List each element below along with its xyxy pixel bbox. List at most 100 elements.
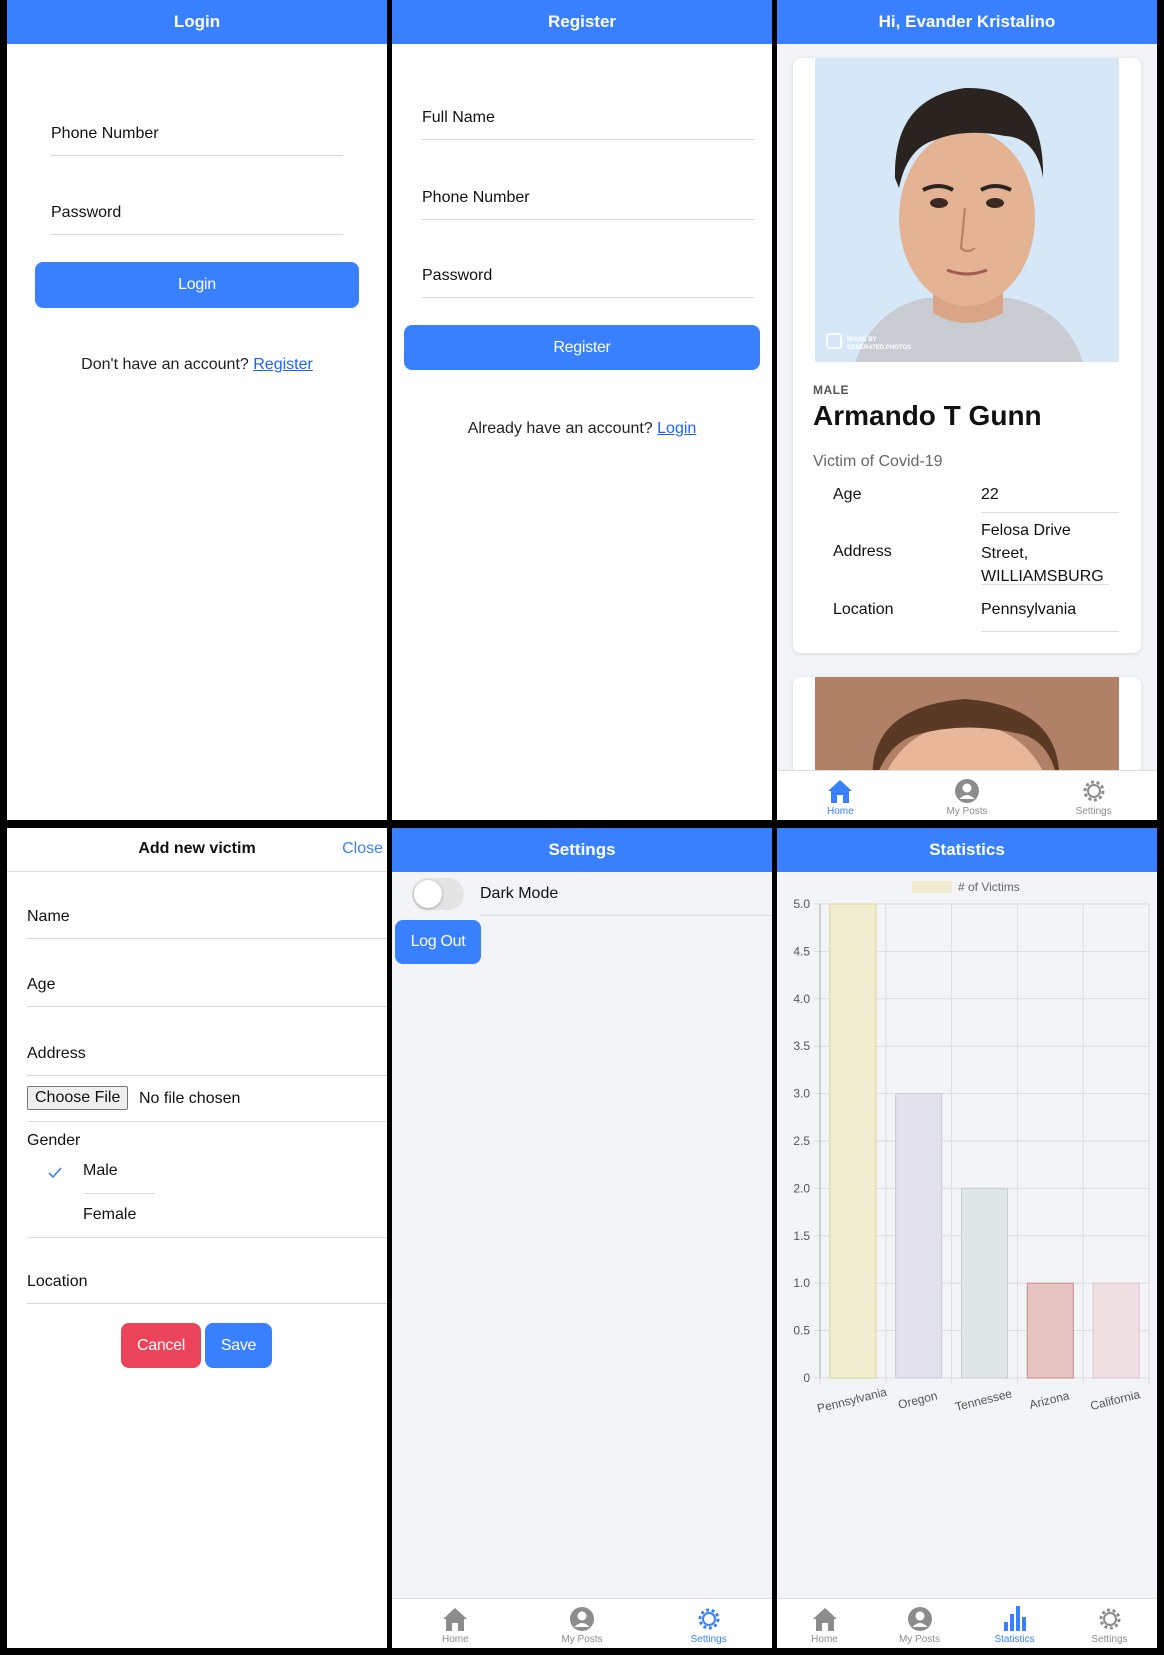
- cancel-button-label: Cancel: [136, 1336, 185, 1354]
- page-title: Hi, Evander Kristalino: [878, 12, 1056, 31]
- gender-option-female[interactable]: Female: [27, 1194, 387, 1238]
- logout-button[interactable]: Log Out: [395, 920, 481, 964]
- y-tick-label: 1.5: [793, 1229, 810, 1243]
- tab-settings[interactable]: Settings: [645, 1599, 772, 1648]
- victim-photo: IMAGE BY GENERATED.PHOTOS: [815, 58, 1119, 362]
- dark-mode-toggle[interactable]: [412, 878, 464, 910]
- address-field[interactable]: Address: [27, 1045, 387, 1076]
- bar-pennsylvania: [829, 903, 877, 1379]
- login-button[interactable]: Login: [35, 262, 359, 308]
- password-field[interactable]: Password: [51, 204, 343, 235]
- tab-my-posts[interactable]: My Posts: [519, 1599, 646, 1648]
- tab-my-posts-label: My Posts: [946, 806, 988, 817]
- register-button[interactable]: Register: [404, 325, 760, 370]
- age-label: Age: [27, 976, 56, 993]
- home-icon: [443, 1608, 468, 1631]
- location-field[interactable]: Location: [27, 1273, 387, 1304]
- age-field[interactable]: Age: [27, 976, 387, 1007]
- home-screen: Hi, Evander Kristalino IMAGE BY GENERATE…: [777, 0, 1157, 820]
- bar-chart-icon: [1003, 1606, 1026, 1631]
- password-label: Password: [422, 267, 493, 284]
- add-victim-screen: Add new victim Close Name Age Address Ch…: [7, 828, 387, 1648]
- page-title: Add new victim: [138, 840, 256, 857]
- victims-bar-chart: # of Victims 0 0.5 1.0 1.5 2.0 2.5 3.0 3.5 4.0 4.…: [793, 880, 1150, 1416]
- tab-statistics[interactable]: Statistics: [967, 1599, 1062, 1648]
- tab-home-label: Home: [811, 1634, 838, 1645]
- tab-home[interactable]: Home: [777, 771, 904, 820]
- divider: [480, 915, 772, 916]
- tab-statistics-label: Statistics: [994, 1634, 1035, 1645]
- full-name-label: Full Name: [422, 109, 495, 126]
- checkmark-icon: [48, 1167, 62, 1179]
- tab-my-posts[interactable]: My Posts: [904, 771, 1031, 820]
- save-button-label: Save: [220, 1336, 257, 1354]
- dark-mode-row: Dark Mode: [392, 872, 772, 916]
- tab-settings-label: Settings: [1075, 806, 1112, 817]
- name-field[interactable]: Name: [27, 908, 387, 939]
- tab-settings[interactable]: Settings: [1030, 771, 1157, 820]
- phone-number-label: Phone Number: [51, 125, 159, 142]
- photo-watermark: IMAGE BY GENERATED.PHOTOS: [847, 337, 912, 351]
- y-tick-label: 2.5: [793, 1134, 810, 1148]
- bar-california: [1092, 1282, 1140, 1379]
- save-button[interactable]: Save: [205, 1323, 272, 1368]
- person-circle-icon: [570, 1607, 594, 1631]
- victim-subtitle: Victim of Covid-19: [813, 453, 943, 470]
- choose-file-button[interactable]: Choose File: [27, 1086, 129, 1110]
- y-tick-label: 3.5: [793, 1039, 810, 1053]
- login-button-label: Login: [178, 276, 216, 293]
- gender-option-label: Female: [83, 1206, 137, 1223]
- location-label: Location: [833, 601, 894, 618]
- toggle-knob: [414, 880, 442, 908]
- password-field[interactable]: Password: [422, 267, 754, 298]
- x-tick-label: Pennsylvania: [816, 1385, 889, 1416]
- phone-number-field[interactable]: Phone Number: [51, 125, 343, 156]
- victim-card[interactable]: IMAGE BY GENERATED.PHOTOS MALE Armando T…: [793, 58, 1141, 653]
- legend-swatch: [912, 881, 952, 893]
- login-link[interactable]: Login: [657, 420, 696, 437]
- login-prompt-text: Already have an account?: [467, 420, 653, 437]
- login-header: Login: [7, 0, 387, 44]
- tab-settings[interactable]: Settings: [1062, 1599, 1157, 1648]
- y-tick-label: 5.0: [793, 897, 810, 911]
- gender-option-male[interactable]: Male: [27, 1150, 387, 1194]
- name-label: Name: [27, 908, 70, 925]
- location-label: Location: [27, 1273, 88, 1290]
- y-tick-label: 0: [803, 1371, 810, 1385]
- x-tick-label: Oregon: [897, 1388, 939, 1411]
- y-tick-label: 0.5: [793, 1324, 810, 1338]
- person-circle-icon: [955, 779, 979, 803]
- tab-home[interactable]: Home: [777, 1599, 872, 1648]
- register-link[interactable]: Register: [253, 356, 313, 373]
- portrait-image: [815, 58, 1119, 362]
- person-circle-icon: [907, 1607, 932, 1631]
- y-axis-ticks: 0 0.5 1.0 1.5 2.0 2.5 3.0 3.5 4.0 4.5 5.0: [793, 897, 810, 1385]
- tab-my-posts[interactable]: My Posts: [872, 1599, 967, 1648]
- phone-number-field[interactable]: Phone Number: [422, 189, 754, 220]
- tab-home-label: Home: [441, 1634, 469, 1645]
- add-victim-header: Add new victim Close: [7, 828, 387, 872]
- gear-icon: [698, 1608, 720, 1630]
- bar-arizona: [1026, 1282, 1074, 1379]
- x-tick-label: California: [1089, 1387, 1142, 1413]
- full-name-field[interactable]: Full Name: [422, 109, 754, 140]
- home-icon: [828, 780, 853, 803]
- tab-my-posts-label: My Posts: [898, 1634, 941, 1645]
- close-button[interactable]: Close: [342, 840, 383, 858]
- detail-row-address: Address Felosa Drive Street, WILLIAMSBUR…: [833, 519, 1121, 593]
- tab-bar: Home My Posts Statistics Settings: [777, 1598, 1157, 1648]
- address-label: Address: [833, 543, 892, 560]
- dark-mode-label: Dark Mode: [480, 885, 559, 902]
- statistics-header: Statistics: [777, 828, 1157, 872]
- file-input-row: Choose File No file chosen: [27, 1086, 387, 1122]
- phone-number-label: Phone Number: [422, 189, 530, 206]
- chart-legend: # of Victims: [912, 880, 1020, 894]
- home-header: Hi, Evander Kristalino: [777, 0, 1157, 44]
- cancel-button[interactable]: Cancel: [121, 1323, 201, 1368]
- y-tick-label: 4.0: [793, 992, 810, 1006]
- page-title: Settings: [548, 840, 616, 859]
- file-status: No file chosen: [139, 1090, 241, 1107]
- settings-screen: Settings Dark Mode Log Out Home My Posts…: [392, 828, 772, 1648]
- password-label: Password: [51, 204, 122, 221]
- tab-home[interactable]: Home: [392, 1599, 519, 1648]
